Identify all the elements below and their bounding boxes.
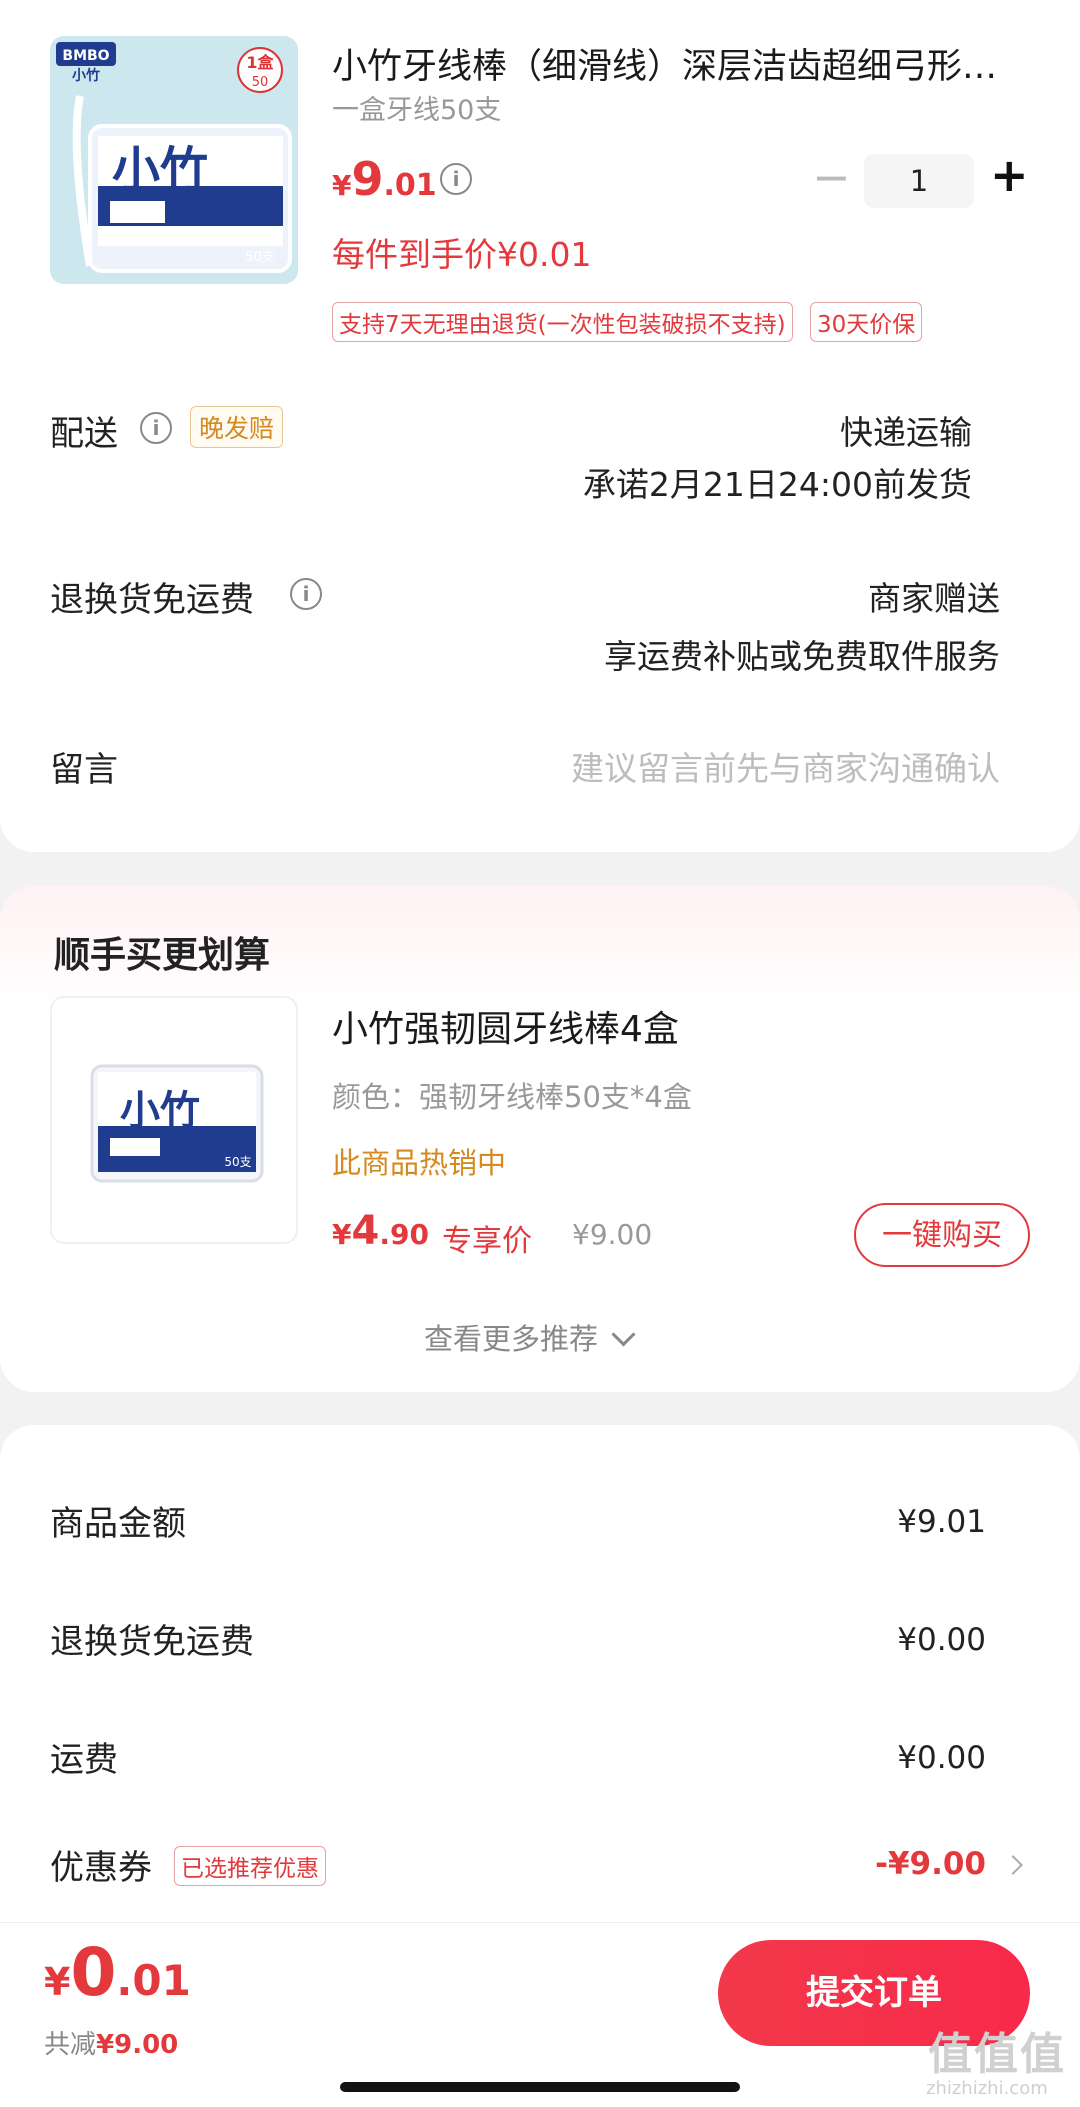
price-decimal: .01 <box>383 168 437 203</box>
upsell-status: 此商品热销中 <box>332 1146 507 1180</box>
product-image-graphic: BMBO 小竹 1盒 50 小竹 50支 <box>50 36 298 284</box>
more-recommendations-label: 查看更多推荐 <box>424 1322 599 1356</box>
summary-item-label: 商品金额 <box>50 1504 186 1544</box>
return-shipping-label: 退换货免运费 <box>50 580 254 620</box>
plus-icon[interactable]: + <box>990 152 1029 198</box>
more-recommendations-link[interactable]: 查看更多推荐 <box>424 1316 636 1358</box>
badge-top-text: 1盒 <box>246 53 274 72</box>
summary-item-value: ¥9.01 <box>897 1504 986 1540</box>
message-label: 留言 <box>50 750 118 790</box>
return-shipping-info-icon[interactable]: i <box>290 578 322 610</box>
upsell-product-image[interactable]: 小竹 50支 <box>50 996 298 1244</box>
upsell-heading: 顺手买更划算 <box>54 935 271 976</box>
one-click-buy-button[interactable]: 一键购买 <box>854 1203 1030 1267</box>
late-compensation-tag: 晚发赔 <box>190 406 284 448</box>
saved-amount: 共减¥9.00 <box>44 2024 178 2061</box>
upsell-name-graphic: 小竹 <box>120 1088 200 1134</box>
coupon-label: 优惠券 <box>50 1848 152 1888</box>
minus-icon[interactable]: − <box>812 154 851 200</box>
saved-label: 共减 <box>44 2030 97 2060</box>
delivery-method[interactable]: 快递运输 <box>840 406 972 454</box>
price-integer: 9 <box>351 152 384 206</box>
summary-item-label: 退换货免运费 <box>50 1622 254 1662</box>
upsell-count-text: 50支 <box>224 1155 251 1169</box>
brand-name-text: 小竹 <box>72 67 100 84</box>
product-title[interactable]: 小竹牙线棒（细滑线）深层洁齿超细弓形… <box>332 38 997 89</box>
price-info-icon[interactable]: i <box>440 163 472 195</box>
product-spec: 一盒牙线50支 <box>332 95 502 126</box>
upsell-image-graphic: 小竹 50支 <box>52 998 296 1242</box>
product-price: ¥9.01 <box>332 152 437 206</box>
quantity-input[interactable]: 1 <box>864 154 974 208</box>
upsell-price-decimal: .90 <box>379 1218 429 1251</box>
upsell-original-price: ¥9.00 <box>572 1218 653 1251</box>
return-shipping-value: 商家赠送 <box>868 579 1000 618</box>
coupon-value[interactable]: -¥9.00 <box>875 1846 986 1882</box>
upsell-title[interactable]: 小竹强韧圆牙线棒4盒 <box>332 1000 679 1052</box>
total-symbol: ¥ <box>44 1960 71 2004</box>
upsell-price-symbol: ¥ <box>332 1218 352 1251</box>
saved-value: ¥9.00 <box>96 2030 179 2060</box>
total-integer: 0 <box>70 1934 117 2011</box>
price-protect-tag: 30天价保 <box>810 302 923 342</box>
summary-item-label: 运费 <box>50 1740 118 1780</box>
brand-text: BMBO <box>62 48 109 64</box>
product-name-graphic: 小竹 <box>112 142 208 198</box>
badge-bottom-text: 50 <box>252 75 269 90</box>
message-input[interactable]: 建议留言前先与商家沟通确认 <box>571 742 1000 790</box>
upsell-price: ¥4.90 <box>332 1208 429 1254</box>
product-image[interactable]: BMBO 小竹 1盒 50 小竹 50支 <box>50 36 298 284</box>
return-shipping-detail: 享运费补贴或免费取件服务 <box>604 637 1000 676</box>
final-price: 每件到手价¥0.01 <box>332 235 592 274</box>
watermark-url: zhizhizhi.com <box>926 2078 1048 2099</box>
coupon-tag: 已选推荐优惠 <box>174 1846 326 1886</box>
summary-item-value: ¥0.00 <box>897 1740 986 1776</box>
upsell-price-integer: 4 <box>351 1208 380 1254</box>
return-policy-tag: 支持7天无理由退货(一次性包装破损不支持) <box>332 302 793 342</box>
total-decimal: .01 <box>116 1956 191 2005</box>
order-item-card: BMBO 小竹 1盒 50 小竹 50支 小竹牙线棒（细滑线）深层洁齿超细弓形…… <box>0 0 1080 852</box>
summary-item-value: ¥0.00 <box>897 1622 986 1658</box>
total-price: ¥0.01 <box>44 1934 191 2011</box>
upsell-price-label: 专享价 <box>442 1224 532 1259</box>
upsell-spec: 颜色：强韧牙线棒50支*4盒 <box>332 1080 692 1114</box>
delivery-label: 配送 <box>50 414 118 454</box>
delivery-promise: 承诺2月21日24:00前发货 <box>582 465 972 504</box>
watermark-logo: 值值值 <box>928 2029 1066 2080</box>
delivery-info-icon[interactable]: i <box>140 412 172 444</box>
chevron-down-icon <box>611 1322 636 1347</box>
price-symbol: ¥ <box>332 169 352 202</box>
count-text: 50支 <box>245 250 275 265</box>
home-indicator[interactable] <box>340 2082 740 2092</box>
